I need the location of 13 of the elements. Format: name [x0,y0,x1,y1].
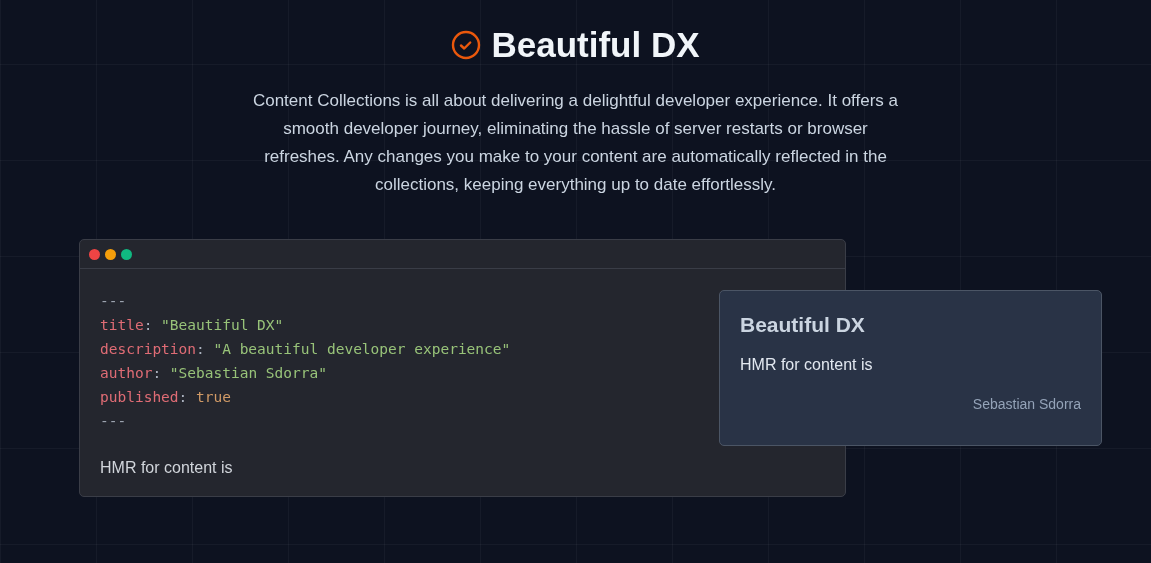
preview-author: Sebastian Sdorra [972,396,1081,412]
code-line: --- [100,292,127,311]
content-body-text: HMR for content is [100,459,234,477]
code-line: author: "Sebastian Sdorra" [100,364,327,383]
section-title: Beautiful DX [491,25,700,65]
code-line: --- [100,412,127,431]
code-line: title: "Beautiful DX" [100,316,284,335]
code-line: published: true [100,388,231,407]
code-line: description: "A beautiful developer experience" [100,340,511,359]
preview-title: Beautiful DX [740,313,866,337]
section-description: Content Collections is all about delivering a delightful developer experience. It offers a smooth developer journey, eliminating the hassle of server restarts or browser refreshes. Any changes you make to your content are automatically reflected in the collections, keeping everything up to date effortlessly. [251,90,900,196]
check-circle-icon [451,30,482,60]
preview-body-text: HMR for content is [740,356,873,374]
